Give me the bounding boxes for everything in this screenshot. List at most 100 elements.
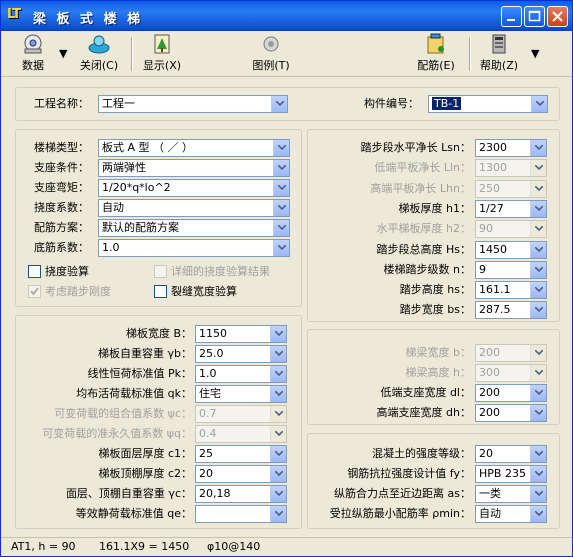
load-value: 25	[199, 447, 213, 460]
dropdown-arrow-icon[interactable]	[530, 180, 546, 197]
load-label: 梯板顶棚厚度 c2：	[98, 467, 192, 480]
load-combo[interactable]: 1150	[195, 325, 287, 343]
load-combo[interactable]: 25.0	[195, 345, 287, 363]
dropdown-arrow-icon[interactable]	[530, 466, 546, 482]
dropdown-arrow-icon[interactable]	[273, 140, 289, 156]
dropdown-arrow-icon[interactable]	[530, 385, 546, 401]
project-name-combo[interactable]: 工程一	[98, 95, 288, 113]
toolbar-data-button[interactable]: 数据	[15, 33, 51, 75]
load-label: 可变荷载的准永久值系数 ψq：	[42, 427, 192, 440]
data-dropdown-arrow-icon[interactable]: ▼	[59, 47, 67, 60]
dropdown-arrow-icon[interactable]	[270, 466, 286, 482]
load-value: 住宅	[199, 387, 221, 400]
material-combo[interactable]: HPB 235	[475, 465, 547, 483]
dropdown-arrow-icon[interactable]	[530, 200, 546, 217]
load-value: 1.0	[199, 367, 217, 380]
load-combo[interactable]: 20,18	[195, 485, 287, 503]
dropdown-arrow-icon[interactable]	[270, 486, 286, 502]
close-button[interactable]	[547, 6, 568, 27]
dropdown-arrow-icon[interactable]	[273, 160, 289, 176]
project-group: 工程名称： 工程一 构件编号： TB-1	[15, 87, 560, 121]
stair-setting-combo[interactable]: 两端弹性	[98, 159, 290, 177]
dropdown-arrow-icon[interactable]	[270, 366, 286, 382]
toolbar-rebar-label: 配筋(E)	[417, 59, 455, 72]
minimize-button[interactable]	[501, 6, 522, 27]
dropdown-arrow-icon[interactable]	[530, 261, 546, 278]
dropdown-arrow-icon[interactable]	[271, 96, 287, 112]
stair-setting-combo[interactable]: 默认的配筋方案	[98, 219, 290, 237]
load-combo[interactable]: 住宅	[195, 385, 287, 403]
dropdown-arrow-icon[interactable]	[270, 406, 286, 422]
geometry-value: 9	[479, 262, 486, 276]
dropdown-arrow-icon[interactable]	[273, 240, 289, 256]
support-combo[interactable]: 200	[475, 404, 547, 422]
geometry-combo[interactable]: 1/27	[475, 199, 547, 218]
toolbar-data-label: 数据	[22, 59, 44, 72]
dropdown-arrow-icon[interactable]	[530, 345, 546, 361]
dropdown-arrow-icon[interactable]	[530, 140, 546, 156]
material-combo[interactable]: 20	[475, 445, 547, 463]
geometry-combo[interactable]: 9	[475, 260, 547, 279]
support-value: 200	[479, 406, 500, 419]
dropdown-arrow-icon[interactable]	[530, 486, 546, 502]
geometry-combo[interactable]: 2300	[475, 139, 547, 157]
checkbox-icon[interactable]	[154, 284, 167, 298]
dropdown-arrow-icon[interactable]	[530, 160, 546, 177]
stair-setting-value: 1/20*q*lo^2	[102, 181, 171, 194]
member-number-combo[interactable]: TB-1	[428, 95, 548, 113]
stair-setting-combo[interactable]: 1.0	[98, 239, 290, 257]
dropdown-arrow-icon[interactable]	[530, 365, 546, 381]
toolbar-close-button[interactable]: 关闭(C)	[77, 33, 121, 75]
load-value: 0.7	[199, 407, 217, 420]
dropdown-arrow-icon[interactable]	[530, 506, 546, 522]
dropdown-arrow-icon[interactable]	[530, 221, 546, 238]
dropdown-arrow-icon[interactable]	[270, 506, 286, 522]
checkbox-label: 挠度验算	[45, 265, 89, 278]
dropdown-arrow-icon[interactable]	[273, 200, 289, 216]
dropdown-arrow-icon[interactable]	[270, 426, 286, 442]
material-combo[interactable]: 一类	[475, 485, 547, 503]
stair-setting-combo[interactable]: 板式 A 型 （ ／ ）	[98, 139, 290, 157]
dropdown-arrow-icon[interactable]	[530, 282, 546, 299]
load-combo[interactable]	[195, 505, 287, 523]
geometry-combo: 1300	[475, 159, 547, 178]
toolbar: 数据 ▼ 关闭(C) 显示(X) 图例(T) 配筋(E) 帮助(Z) ▼	[1, 31, 572, 77]
maximize-button[interactable]	[524, 6, 545, 27]
status-bar: AT1, h = 90 161.1X9 = 1450 φ10@140	[1, 537, 572, 556]
load-combo[interactable]: 1.0	[195, 365, 287, 383]
load-combo[interactable]: 25	[195, 445, 287, 463]
option-checkbox[interactable]: 裂缝宽度验算	[154, 284, 237, 301]
support-combo[interactable]: 200	[475, 384, 547, 402]
support-label: 梯梁宽度 b：	[405, 346, 471, 359]
geometry-combo[interactable]: 161.1	[475, 281, 547, 300]
support-group: 梯梁宽度 b： 200 梯梁高度 h： 300 低端支座宽度 dl： 200 高端支座宽度 …	[307, 329, 560, 425]
toolbar-legend-button[interactable]: 图例(T)	[249, 33, 293, 75]
dropdown-arrow-icon[interactable]	[273, 180, 289, 196]
dropdown-arrow-icon[interactable]	[270, 346, 286, 362]
stair-setting-combo[interactable]: 1/20*q*lo^2	[98, 179, 290, 197]
geometry-combo[interactable]: 287.5	[475, 301, 547, 320]
dropdown-arrow-icon[interactable]	[270, 386, 286, 402]
dropdown-arrow-icon[interactable]	[531, 96, 547, 112]
dropdown-arrow-icon[interactable]	[530, 302, 546, 319]
dropdown-arrow-icon[interactable]	[270, 446, 286, 462]
material-combo[interactable]: 自动	[475, 505, 547, 523]
option-checkbox[interactable]: 挠度验算	[28, 264, 89, 281]
toolbar-help-button[interactable]: 帮助(Z)	[477, 33, 521, 75]
geometry-combo[interactable]: 1450	[475, 240, 547, 259]
dropdown-arrow-icon[interactable]	[530, 405, 546, 421]
dropdown-arrow-icon[interactable]	[273, 220, 289, 236]
dropdown-arrow-icon[interactable]	[530, 241, 546, 258]
stair-setting-value: 默认的配筋方案	[102, 221, 179, 234]
stair-setting-combo[interactable]: 自动	[98, 199, 290, 217]
title-bar[interactable]: LT 梁 板 式 楼 梯	[1, 1, 572, 31]
toolbar-rebar-button[interactable]: 配筋(E)	[414, 33, 458, 75]
checkbox-icon[interactable]	[28, 264, 41, 278]
toolbar-display-button[interactable]: 显示(X)	[140, 33, 184, 75]
load-combo[interactable]: 20	[195, 465, 287, 483]
dropdown-arrow-icon[interactable]	[270, 326, 286, 342]
support-label: 低端支座宽度 dl：	[380, 386, 471, 399]
dropdown-arrow-icon[interactable]	[530, 446, 546, 462]
help-dropdown-arrow-icon[interactable]: ▼	[531, 47, 539, 60]
load-label: 等效静荷载标准值 qe：	[75, 507, 192, 520]
